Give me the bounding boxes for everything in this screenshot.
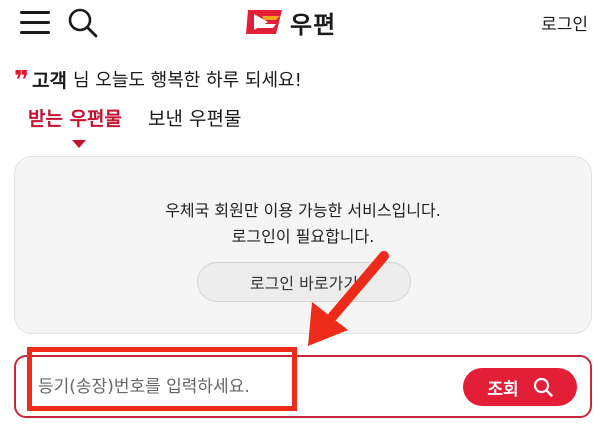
hamburger-menu-icon[interactable] xyxy=(18,7,52,37)
quote-icon: ❜❜ xyxy=(14,66,29,96)
greeting-name: 고객 xyxy=(32,69,67,92)
search-icon xyxy=(533,377,553,397)
search-icon[interactable] xyxy=(66,7,100,39)
greeting-message: 님 오늘도 행복한 하루 되세요! xyxy=(73,70,302,91)
login-link[interactable]: 로그인 xyxy=(541,10,588,35)
go-to-login-button[interactable]: 로그인 바로가기 xyxy=(197,262,411,302)
track-search-label: 조회 xyxy=(487,379,519,400)
post-logo[interactable]: 우편 xyxy=(246,5,336,39)
notice-login-required: 로그인이 필요합니다. xyxy=(231,227,375,246)
tab-sent-mail[interactable]: 보낸 우편물 xyxy=(148,104,241,135)
notice-members-only: 우체국 회원만 이용 가능한 서비스입니다. xyxy=(165,201,441,220)
app-header: 우편 로그인 xyxy=(0,0,600,48)
logo-text: 우편 xyxy=(290,10,337,39)
mail-tabs: 받는 우편물 보낸 우편물 xyxy=(28,104,241,135)
post-logo-icon xyxy=(246,10,282,34)
track-search-button[interactable]: 조회 xyxy=(463,368,577,406)
tab-received-mail[interactable]: 받는 우편물 xyxy=(28,104,123,135)
login-required-card: 우체국 회원만 이용 가능한 서비스입니다. 로그인이 필요합니다. 로그인 바… xyxy=(14,156,592,334)
annotation-highlight-box xyxy=(27,347,297,411)
greeting: ❜❜ 고객 님 오늘도 행복한 하루 되세요! xyxy=(14,64,302,94)
active-tab-indicator-icon xyxy=(72,140,86,148)
